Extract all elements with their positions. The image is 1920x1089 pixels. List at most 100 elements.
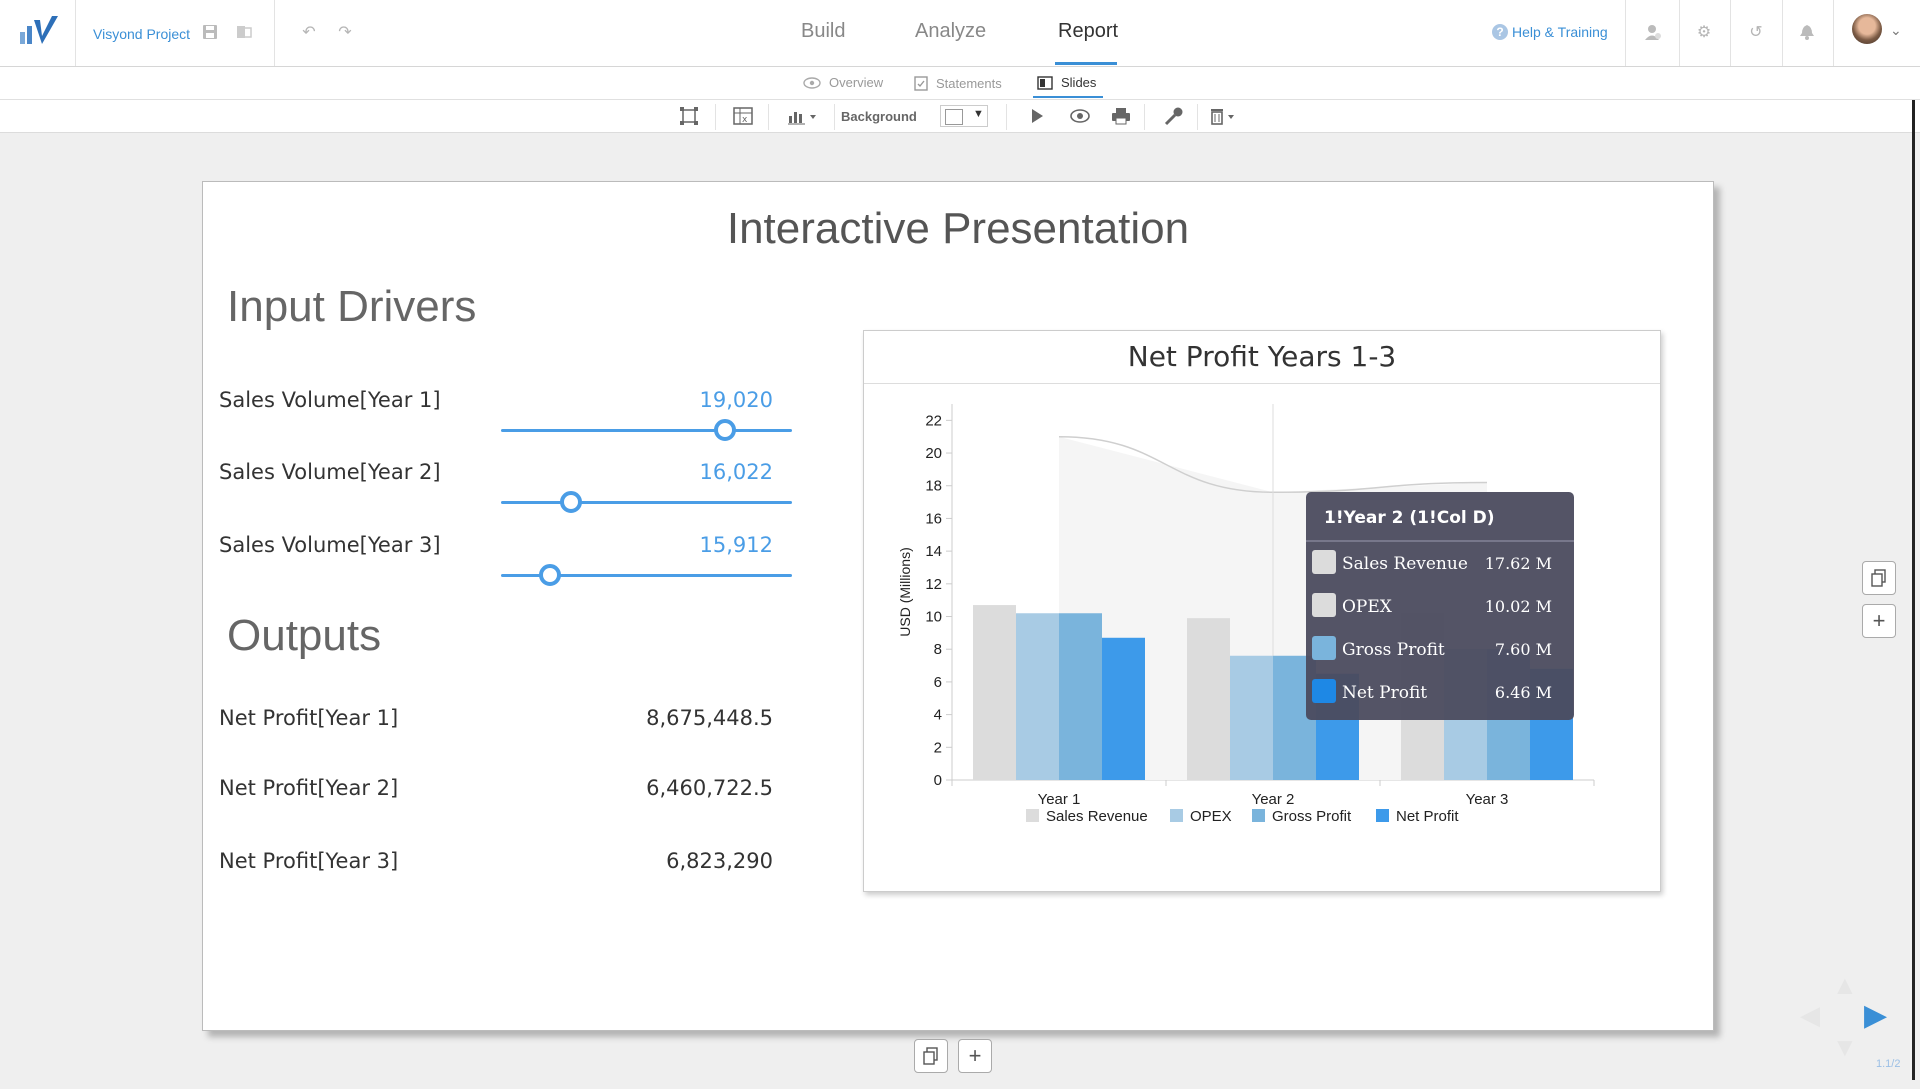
print-icon[interactable] bbox=[1111, 106, 1131, 126]
chart-title: Net Profit Years 1-3 bbox=[864, 331, 1660, 384]
bar-sales-revenue bbox=[973, 605, 1016, 780]
chevron-down-icon[interactable]: ⌄ bbox=[1890, 22, 1902, 39]
background-label: Background bbox=[841, 109, 917, 124]
redo-icon[interactable]: ↷ bbox=[335, 22, 355, 42]
user-avatar[interactable] bbox=[1852, 14, 1882, 44]
legend-swatch bbox=[1376, 809, 1389, 822]
nav-up-icon[interactable]: ▲ bbox=[1832, 970, 1858, 1001]
tab-report[interactable]: Report bbox=[1058, 20, 1118, 43]
legend-swatch bbox=[1170, 809, 1183, 822]
trash-dropdown-icon[interactable] bbox=[1209, 106, 1239, 126]
bar-gross-profit bbox=[1059, 613, 1102, 780]
visyond-logo[interactable] bbox=[18, 14, 60, 48]
tooltip-row-label: OPEX bbox=[1342, 597, 1393, 617]
tooltip-swatch bbox=[1312, 550, 1336, 574]
slider-thumb[interactable] bbox=[559, 491, 582, 513]
tooltip-row-value: 6.46 M bbox=[1495, 683, 1552, 702]
slider-thumb[interactable] bbox=[714, 419, 737, 441]
legend-label: Sales Revenue bbox=[1046, 808, 1148, 825]
y-tick-label: 2 bbox=[934, 739, 942, 756]
output-value: 6,460,722.5 bbox=[646, 776, 773, 800]
slide-canvas[interactable]: Interactive Presentation Input Drivers S… bbox=[202, 181, 1714, 1031]
export-icon[interactable] bbox=[234, 22, 254, 42]
divider bbox=[834, 104, 835, 130]
slider-thumb[interactable] bbox=[539, 564, 562, 586]
tab-build[interactable]: Build bbox=[801, 20, 845, 43]
driver-label: Sales Volume[Year 3] bbox=[219, 533, 441, 557]
add-slide-bottom-button[interactable]: + bbox=[958, 1039, 992, 1073]
chart-plot[interactable]: 0 2 4 6 8 10 12 14 16 18 20 22 USD (Millions) Year 1 Y… bbox=[864, 384, 1660, 890]
divider bbox=[1006, 104, 1007, 130]
tooltip-swatch bbox=[1312, 593, 1336, 617]
copy-icon bbox=[1871, 569, 1886, 587]
y-tick-label: 6 bbox=[934, 674, 942, 691]
x-tick-label: Year 3 bbox=[1466, 791, 1509, 808]
legend-swatch bbox=[1026, 809, 1039, 822]
subtab-slides[interactable]: Slides bbox=[1037, 75, 1096, 90]
chart-dropdown-icon[interactable] bbox=[787, 106, 821, 126]
divider bbox=[768, 104, 769, 130]
bar-sales-revenue bbox=[1187, 618, 1230, 780]
y-tick-label: 12 bbox=[925, 576, 942, 593]
tooltip-row-value: 7.60 M bbox=[1495, 640, 1552, 659]
x-tick-label: Year 1 bbox=[1038, 791, 1081, 808]
background-color-swatch bbox=[945, 109, 963, 125]
background-color-picker[interactable]: ▼ bbox=[940, 105, 988, 127]
subtab-overview-label: Overview bbox=[829, 75, 884, 90]
scrollbar-edge[interactable] bbox=[1912, 100, 1915, 1080]
net-profit-chart[interactable]: Net Profit Years 1-3 0 2 4 6 8 10 12 14 16 18 20 22… bbox=[863, 330, 1661, 892]
driver-value: 19,020 bbox=[699, 388, 773, 412]
output-label: Net Profit[Year 2] bbox=[219, 776, 399, 800]
divider bbox=[715, 104, 716, 130]
legend-label: Net Profit bbox=[1396, 808, 1459, 825]
driver-label: Sales Volume[Year 2] bbox=[219, 460, 441, 484]
help-training-link[interactable]: ? Help & Training bbox=[1492, 24, 1608, 40]
project-name-link[interactable]: Visyond Project bbox=[93, 26, 190, 42]
copy-slide-button[interactable] bbox=[1862, 561, 1896, 595]
driver-value: 15,912 bbox=[699, 533, 773, 557]
nav-left-icon[interactable]: ◀ bbox=[1800, 1000, 1820, 1031]
slide-toolbar: x Background ▼ bbox=[0, 100, 1920, 133]
bar-opex bbox=[1016, 613, 1059, 780]
dropdown-arrow-icon: ▼ bbox=[973, 108, 984, 120]
divider bbox=[1679, 0, 1680, 66]
active-subtab-indicator bbox=[1033, 96, 1103, 98]
tooltip-title: 1!Year 2 (1!Col D) bbox=[1324, 508, 1495, 528]
play-icon[interactable] bbox=[1030, 106, 1044, 126]
subtab-overview[interactable]: Overview bbox=[803, 75, 883, 90]
subtab-statements-label: Statements bbox=[936, 75, 1002, 91]
bell-icon[interactable] bbox=[1797, 22, 1817, 42]
tab-analyze[interactable]: Analyze bbox=[915, 20, 986, 43]
preview-eye-icon[interactable] bbox=[1070, 106, 1090, 126]
users-icon[interactable] bbox=[1643, 22, 1663, 42]
tooltip-row-value: 17.62 M bbox=[1485, 554, 1552, 573]
copy-icon bbox=[923, 1047, 938, 1065]
help-label: Help & Training bbox=[1512, 24, 1608, 40]
divider bbox=[1782, 0, 1783, 66]
driver-slider[interactable] bbox=[501, 491, 792, 513]
spreadsheet-icon[interactable]: x bbox=[733, 106, 753, 126]
nav-down-icon[interactable]: ▼ bbox=[1832, 1032, 1858, 1063]
undo-icon[interactable]: ↶ bbox=[299, 22, 319, 42]
driver-slider[interactable] bbox=[501, 419, 792, 441]
driver-slider[interactable] bbox=[501, 564, 792, 586]
driver-value: 16,022 bbox=[699, 460, 773, 484]
plus-icon: + bbox=[1872, 608, 1886, 633]
legend-label: OPEX bbox=[1190, 808, 1232, 825]
copy-slide-bottom-button[interactable] bbox=[914, 1039, 948, 1073]
subtab-statements[interactable]: Statements bbox=[914, 75, 1002, 91]
fit-frame-icon[interactable] bbox=[679, 106, 699, 126]
gear-icon[interactable]: ⚙ bbox=[1694, 22, 1714, 42]
tooltip-swatch bbox=[1312, 679, 1336, 703]
save-icon[interactable] bbox=[200, 22, 220, 42]
output-label: Net Profit[Year 1] bbox=[219, 706, 399, 730]
driver-label: Sales Volume[Year 1] bbox=[219, 388, 441, 412]
clipboard-icon bbox=[914, 76, 928, 91]
history-icon[interactable]: ↺ bbox=[1746, 22, 1766, 42]
page-indicator: 1.1/2 bbox=[1876, 1058, 1901, 1070]
add-slide-button[interactable]: + bbox=[1862, 604, 1896, 638]
divider bbox=[1144, 104, 1145, 130]
nav-right-icon[interactable]: ▶ bbox=[1864, 998, 1887, 1033]
key-icon[interactable] bbox=[1164, 106, 1184, 126]
y-tick-label: 0 bbox=[934, 772, 942, 789]
